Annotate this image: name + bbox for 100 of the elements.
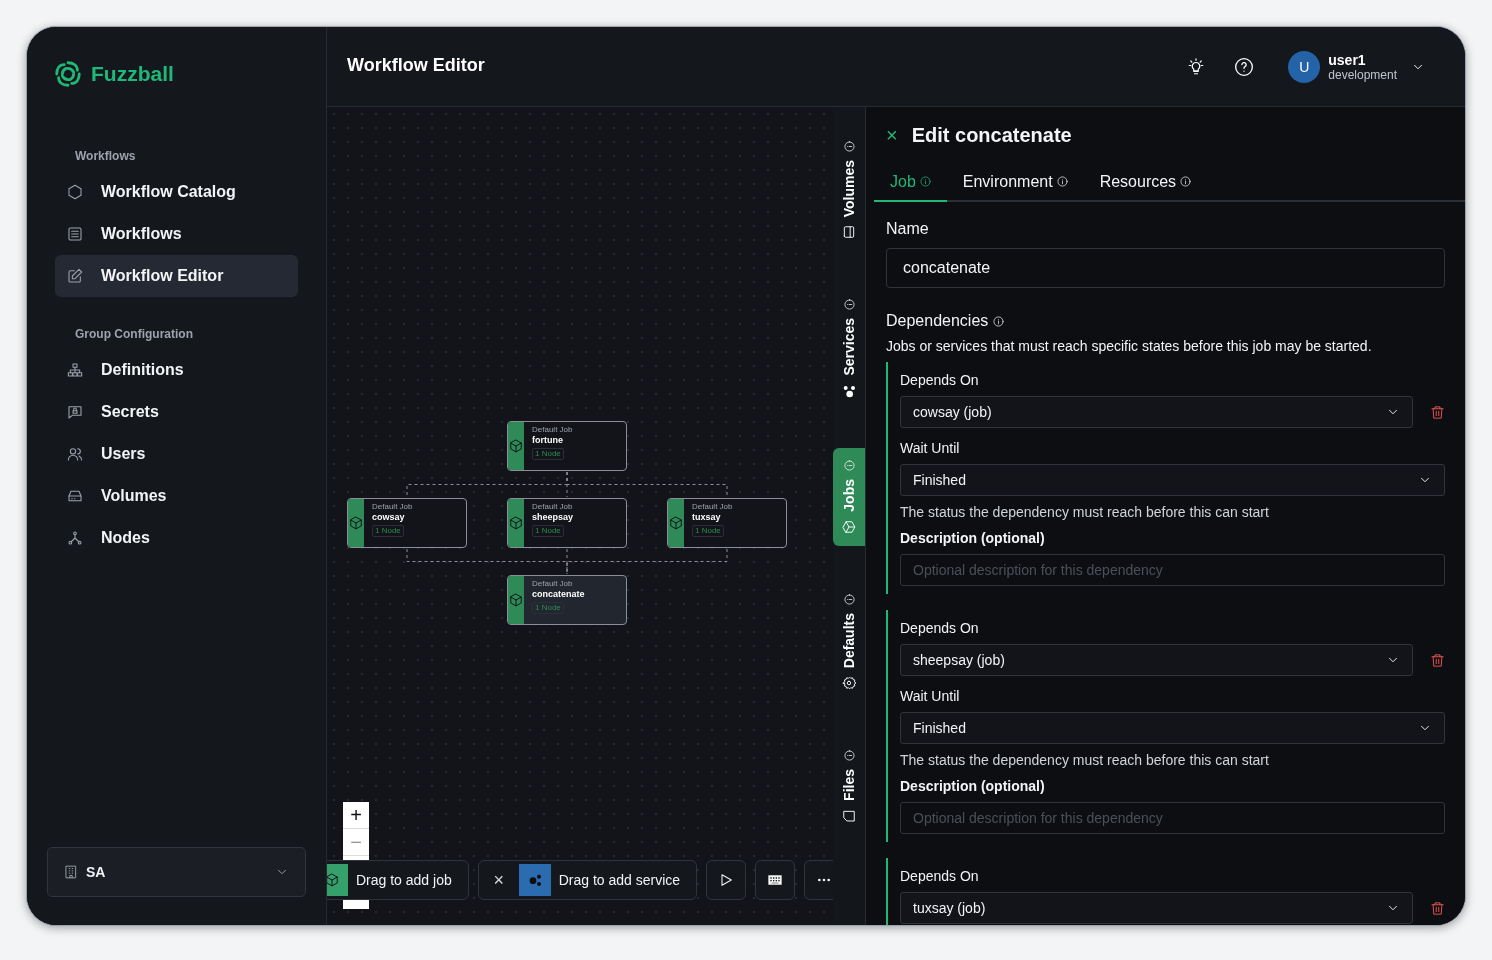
side-tab[interactable]: Files bbox=[833, 737, 865, 835]
users-icon bbox=[67, 446, 83, 462]
panel-title: Edit concatenate bbox=[911, 123, 1072, 147]
field-label: Wait Until bbox=[900, 688, 961, 704]
add-service-button[interactable]: × Drag to add service bbox=[477, 860, 698, 900]
field-label: Depends On bbox=[900, 868, 980, 884]
cube-icon bbox=[669, 516, 683, 530]
sidebar-item[interactable]: Users bbox=[55, 433, 298, 475]
add-job-button[interactable]: Drag to add job bbox=[327, 860, 469, 900]
dependency-select[interactable]: tuxsay (job) bbox=[900, 892, 1413, 924]
node-name: concatenate bbox=[532, 588, 585, 600]
cube-icon bbox=[349, 516, 363, 530]
field-label: Wait Until bbox=[900, 440, 961, 456]
keyboard-icon bbox=[767, 872, 784, 888]
delete-icon[interactable] bbox=[1429, 404, 1445, 420]
user-environment: development bbox=[1328, 67, 1397, 82]
info-icon bbox=[843, 593, 855, 605]
field-hint: The status the dependency must reach before this can start bbox=[900, 504, 1270, 520]
close-button[interactable]: × bbox=[886, 125, 898, 145]
field-label: Description (optional) bbox=[900, 778, 1046, 794]
panel-tab[interactable]: Environment bbox=[946, 163, 1084, 202]
run-button[interactable] bbox=[706, 860, 747, 900]
sidebar-item[interactable]: Secrets bbox=[55, 391, 298, 433]
edit-icon bbox=[67, 268, 83, 284]
node-name: sheepsay bbox=[532, 511, 574, 523]
node-type: Default Job bbox=[372, 502, 413, 511]
job-node[interactable]: Default Job concatenate 1 Node bbox=[507, 575, 627, 625]
job-node[interactable]: Default Job sheepsay 1 Node bbox=[507, 498, 627, 548]
delete-icon[interactable] bbox=[1429, 900, 1445, 916]
side-tab[interactable]: Volumes bbox=[833, 129, 865, 252]
node-name: fortune bbox=[532, 434, 563, 446]
page-title: Workflow Editor bbox=[347, 55, 485, 76]
info-icon bbox=[843, 749, 855, 761]
user-name: user1 bbox=[1328, 51, 1367, 68]
section-title: Workflows bbox=[74, 149, 137, 163]
keyboard-button[interactable] bbox=[755, 860, 796, 900]
field-label: Name bbox=[886, 220, 930, 238]
app-logo: Fuzzball bbox=[91, 62, 174, 86]
node-count-badge: 1 Node bbox=[532, 525, 564, 537]
node-type: Default Job bbox=[532, 425, 573, 434]
gear-icon bbox=[842, 675, 856, 690]
panel-tab[interactable]: Job bbox=[874, 163, 947, 202]
field-label: Depends On bbox=[900, 372, 980, 388]
status-select[interactable]: Finished bbox=[900, 712, 1445, 744]
section-description: Jobs or services that must reach specific states before this job may be started. bbox=[886, 338, 1373, 354]
job-node[interactable]: Default Job fortune 1 Node bbox=[507, 421, 627, 471]
sidebar-item[interactable]: Workflows bbox=[55, 213, 298, 255]
info-icon bbox=[843, 459, 855, 471]
name-field[interactable]: concatenate bbox=[886, 248, 1445, 288]
field-label: Description (optional) bbox=[900, 530, 1046, 546]
field-label: Depends On bbox=[900, 620, 980, 636]
sidebar-item[interactable]: Nodes bbox=[55, 517, 298, 559]
close-button[interactable]: × bbox=[478, 861, 519, 899]
organization-selector[interactable]: SA bbox=[47, 847, 306, 897]
cube-icon bbox=[509, 516, 523, 530]
info-icon bbox=[993, 315, 1005, 327]
hexagon-icon bbox=[67, 184, 83, 200]
dependency-select[interactable]: sheepsay (job) bbox=[900, 644, 1413, 676]
info-icon bbox=[843, 141, 855, 152]
node-count-badge: 1 Node bbox=[532, 602, 564, 614]
node-name: tuxsay bbox=[692, 511, 721, 523]
job-node[interactable]: Default Job tuxsay 1 Node bbox=[667, 498, 787, 548]
sidebar-item[interactable]: Workflow Catalog bbox=[55, 171, 298, 213]
node-name: cowsay bbox=[372, 511, 405, 523]
info-icon bbox=[1180, 176, 1192, 187]
cube-icon bbox=[509, 439, 523, 453]
section-title: Dependencies bbox=[886, 312, 989, 330]
side-tab[interactable]: Defaults bbox=[833, 581, 865, 702]
panel-tab[interactable]: Resources bbox=[1083, 163, 1208, 202]
nodes-icon bbox=[67, 530, 83, 546]
dependency-select[interactable]: cowsay (job) bbox=[900, 396, 1413, 428]
zoom-in-button[interactable]: + bbox=[343, 802, 369, 829]
logo-icon bbox=[53, 59, 83, 89]
info-icon bbox=[919, 176, 931, 187]
node-count-badge: 1 Node bbox=[692, 525, 724, 537]
building-icon bbox=[64, 865, 78, 879]
section-title: Group Configuration bbox=[74, 327, 194, 341]
hierarchy-icon bbox=[67, 362, 83, 378]
side-tab[interactable]: Services bbox=[833, 287, 865, 412]
sidebar-item[interactable]: Workflow Editor bbox=[55, 255, 298, 297]
list-icon bbox=[67, 226, 83, 242]
field-hint: The status the dependency must reach before this can start bbox=[900, 752, 1270, 768]
info-icon bbox=[843, 299, 855, 311]
sidebar-item[interactable]: Volumes bbox=[55, 475, 298, 517]
job-node[interactable]: Default Job cowsay 1 Node bbox=[347, 498, 467, 548]
user-avatar[interactable]: U bbox=[1288, 50, 1321, 83]
lock-message-icon bbox=[67, 404, 83, 420]
node-count-badge: 1 Node bbox=[372, 525, 404, 537]
node-type: Default Job bbox=[532, 502, 573, 511]
delete-icon[interactable] bbox=[1429, 652, 1445, 668]
sidebar-item[interactable]: Definitions bbox=[55, 349, 298, 391]
info-icon bbox=[1056, 176, 1068, 187]
play-icon bbox=[718, 872, 735, 888]
node-count-badge: 1 Node bbox=[532, 448, 564, 460]
cube-icon bbox=[842, 519, 856, 534]
cube-icon bbox=[509, 593, 523, 607]
side-tab[interactable]: Jobs bbox=[833, 447, 865, 546]
node-type: Default Job bbox=[532, 579, 573, 588]
status-select[interactable]: Finished bbox=[900, 464, 1445, 496]
node-type: Default Job bbox=[692, 502, 733, 511]
